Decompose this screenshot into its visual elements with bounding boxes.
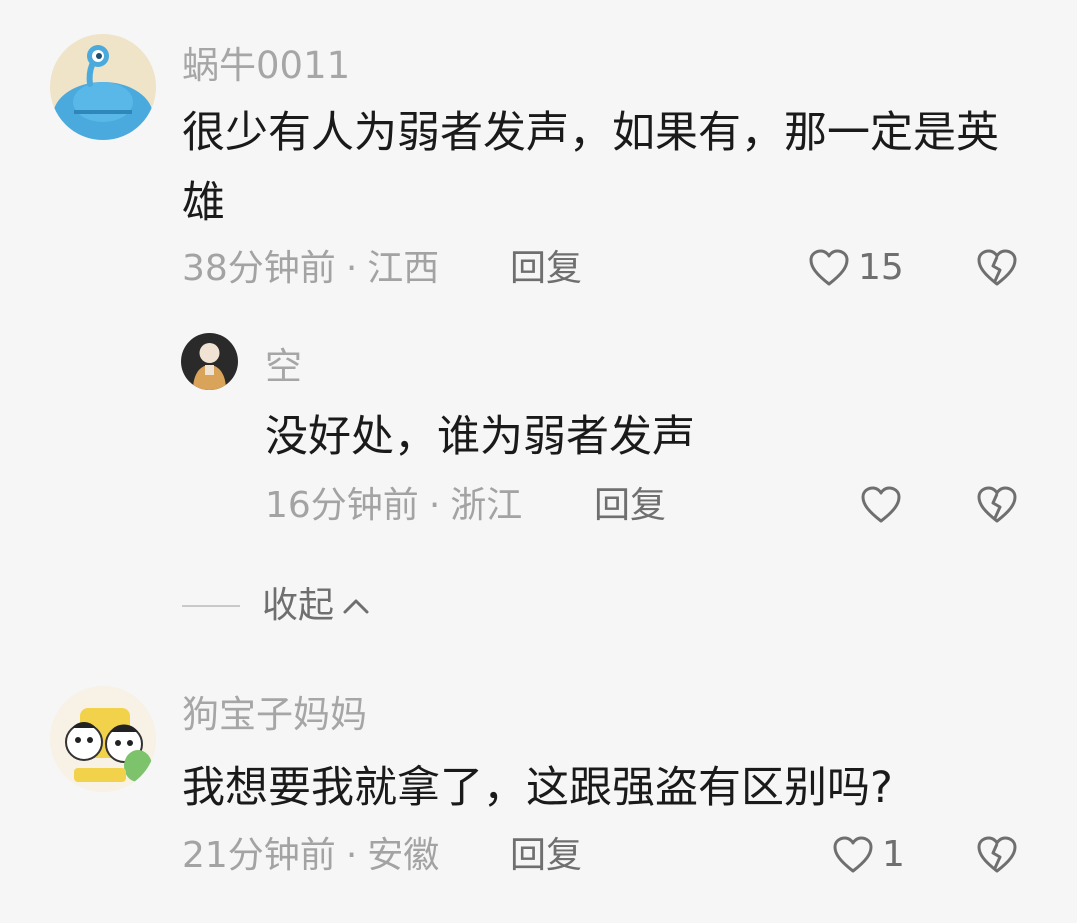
avatar[interactable] bbox=[50, 686, 156, 792]
collapse-replies-button[interactable]: 收起 bbox=[182, 588, 370, 624]
timestamp: 16分钟前 bbox=[265, 485, 419, 526]
comment-text: 没好处，谁为弱者发声 bbox=[265, 412, 695, 462]
avatar[interactable] bbox=[50, 34, 156, 140]
broken-heart-icon bbox=[977, 249, 1017, 286]
timestamp: 38分钟前 bbox=[182, 248, 336, 289]
reply-button[interactable]: 回复 bbox=[510, 838, 582, 874]
avatar[interactable] bbox=[181, 333, 238, 390]
dislike-button[interactable] bbox=[976, 835, 1018, 875]
cartoon-avatar-icon bbox=[50, 686, 156, 792]
username[interactable]: 蜗牛0011 bbox=[182, 47, 350, 84]
reply-button[interactable]: 回复 bbox=[594, 488, 666, 524]
chevron-up-icon bbox=[343, 599, 369, 614]
username[interactable]: 空 bbox=[265, 348, 302, 385]
timestamp: 21分钟前 bbox=[182, 835, 336, 876]
heart-icon bbox=[809, 249, 849, 286]
heart-icon bbox=[861, 486, 901, 523]
blue-snail-avatar-icon bbox=[50, 34, 156, 140]
like-count: 15 bbox=[858, 247, 904, 288]
like-button[interactable]: 1 bbox=[832, 835, 905, 875]
like-count: 1 bbox=[882, 834, 905, 875]
like-button[interactable]: 15 bbox=[808, 248, 904, 288]
reply-button[interactable]: 回复 bbox=[510, 251, 582, 287]
like-button[interactable] bbox=[860, 485, 902, 525]
dislike-button[interactable] bbox=[976, 485, 1018, 525]
heart-icon bbox=[833, 836, 873, 873]
separator: · bbox=[345, 248, 358, 289]
comment-text: 我想要我就拿了，这跟强盗有区别吗? bbox=[182, 763, 893, 813]
comment-text: 很少有人为弱者发声，如果有，那一定是英雄 bbox=[182, 108, 999, 228]
broken-heart-icon bbox=[977, 836, 1017, 873]
location: 江西 bbox=[367, 248, 440, 289]
location: 安徽 bbox=[367, 835, 440, 876]
comment-meta: 38分钟前 · 江西 bbox=[182, 251, 439, 287]
broken-heart-icon bbox=[977, 486, 1017, 523]
separator: · bbox=[428, 485, 441, 526]
dislike-button[interactable] bbox=[976, 248, 1018, 288]
person-avatar-icon bbox=[181, 333, 238, 390]
username[interactable]: 狗宝子妈妈 bbox=[182, 696, 367, 733]
divider bbox=[182, 605, 240, 607]
comment-meta: 21分钟前 · 安徽 bbox=[182, 838, 439, 874]
collapse-label: 收起 bbox=[262, 585, 335, 626]
comment-meta: 16分钟前 · 浙江 bbox=[265, 488, 522, 524]
separator: · bbox=[345, 835, 358, 876]
location: 浙江 bbox=[450, 485, 523, 526]
